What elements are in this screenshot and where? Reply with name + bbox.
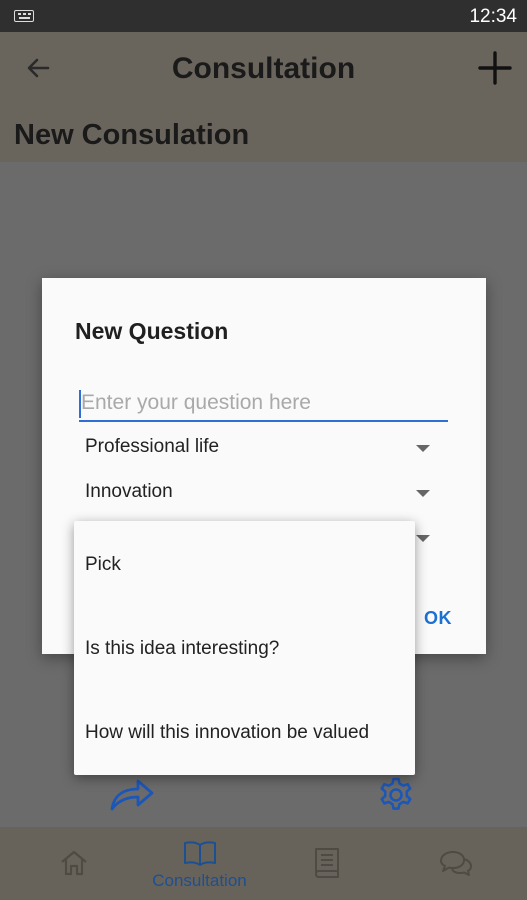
category-spinner[interactable]: Professional life [79, 428, 448, 468]
page-title: New Consulation [14, 119, 250, 151]
app-bar: Consultation [0, 32, 527, 108]
category-value: Professional life [85, 436, 220, 457]
nav-item-consultation[interactable]: Consultation [134, 827, 265, 900]
dropdown-option[interactable]: How will this innovation be valued [85, 722, 369, 744]
text-cursor [79, 390, 81, 418]
subcategory-spinner[interactable]: Innovation [79, 473, 448, 513]
dropdown-arrow-icon [416, 445, 430, 452]
book-open-icon [183, 841, 216, 866]
chat-icon [439, 851, 472, 876]
book-icon [314, 848, 339, 878]
dialog-title: New Question [75, 318, 229, 344]
nav-item-chat[interactable] [390, 827, 521, 900]
share-icon[interactable] [108, 775, 156, 815]
keyboard-icon [14, 10, 34, 22]
nav-item-library[interactable] [262, 827, 393, 900]
dropdown-option[interactable]: Pick [85, 554, 121, 576]
subcategory-value: Innovation [85, 481, 173, 502]
nav-label: Consultation [152, 871, 247, 890]
plus-icon[interactable] [477, 50, 513, 86]
dropdown-popup: Pick Is this idea interesting? How will … [74, 521, 415, 775]
question-input[interactable] [79, 386, 448, 422]
app-title: Consultation [171, 52, 356, 85]
sub-header: New Consulation [0, 108, 527, 162]
dropdown-arrow-icon [416, 535, 430, 542]
bottom-nav: Consultation [0, 827, 527, 900]
status-bar: 12:34 [0, 0, 527, 32]
status-time: 12:34 [469, 6, 517, 27]
home-icon [60, 850, 87, 876]
nav-item-home[interactable] [8, 827, 139, 900]
dropdown-option[interactable]: Is this idea interesting? [85, 638, 279, 660]
gear-icon[interactable] [377, 776, 415, 814]
dropdown-arrow-icon [416, 490, 430, 497]
ok-button[interactable]: OK [424, 608, 452, 629]
